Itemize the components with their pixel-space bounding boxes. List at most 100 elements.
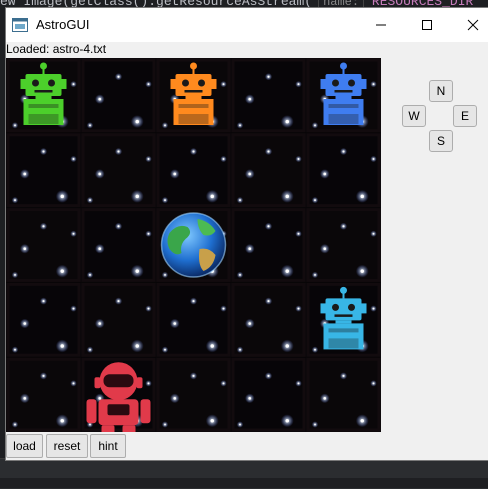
title-bar: AstroGUI	[6, 8, 488, 42]
star-icon	[145, 305, 152, 312]
star-icon	[264, 297, 273, 305]
star-icon	[236, 122, 244, 129]
star-icon	[19, 318, 30, 329]
star-icon	[264, 222, 273, 230]
board-cell	[156, 132, 231, 208]
board-cell	[231, 207, 306, 283]
star-icon	[244, 393, 255, 404]
star-icon	[145, 155, 152, 163]
game-board[interactable]	[6, 58, 381, 432]
star-icon	[39, 147, 48, 156]
star-icon	[339, 147, 348, 156]
load-button[interactable]: load	[6, 434, 43, 458]
star-icon	[311, 271, 319, 279]
star-icon	[94, 94, 105, 104]
star-icon	[11, 346, 19, 353]
board-cell	[81, 132, 156, 208]
star-icon	[19, 243, 30, 254]
south-button[interactable]: S	[429, 130, 453, 152]
star-icon	[11, 271, 19, 279]
star-icon	[311, 421, 319, 428]
star-icon	[114, 147, 123, 156]
star-icon	[70, 230, 77, 237]
board-cell	[231, 282, 306, 358]
star-icon	[19, 393, 30, 404]
close-button[interactable]	[450, 8, 488, 42]
board-canvas	[6, 58, 381, 432]
status-label: Loaded: astro-4.txt	[6, 42, 107, 56]
star-icon	[130, 115, 144, 128]
star-icon	[39, 222, 48, 230]
star-icon	[94, 243, 105, 254]
star-icon	[311, 122, 319, 129]
star-icon	[319, 169, 330, 179]
board-cell	[231, 357, 306, 432]
star-icon	[169, 393, 180, 404]
star-icon	[161, 271, 169, 279]
north-button[interactable]: N	[429, 80, 453, 102]
board-cell	[6, 357, 81, 432]
star-icon	[236, 346, 244, 353]
star-icon	[130, 339, 144, 353]
star-icon	[145, 380, 152, 387]
star-icon	[39, 372, 48, 380]
reset-button[interactable]: reset	[46, 434, 88, 458]
star-icon	[161, 346, 169, 353]
minimize-button[interactable]	[358, 8, 404, 42]
board-cell	[6, 207, 81, 283]
west-button[interactable]: W	[402, 105, 426, 127]
star-icon	[205, 339, 219, 353]
board-cell	[231, 132, 306, 208]
board-cell	[81, 282, 156, 358]
star-icon	[130, 264, 144, 278]
star-icon	[55, 264, 69, 278]
star-icon	[370, 380, 377, 387]
star-icon	[130, 189, 144, 203]
board-cell	[81, 58, 156, 133]
star-icon	[295, 380, 302, 387]
star-icon	[295, 80, 302, 88]
board-cell	[306, 207, 381, 283]
star-icon	[370, 155, 377, 163]
star-icon	[220, 80, 227, 88]
star-icon	[145, 80, 152, 88]
star-icon	[355, 264, 369, 278]
east-button[interactable]: E	[453, 105, 477, 127]
board-cell	[6, 282, 81, 358]
star-icon	[145, 230, 152, 237]
star-icon	[86, 122, 94, 129]
star-icon	[11, 421, 19, 428]
star-icon	[11, 196, 19, 204]
star-icon	[370, 80, 377, 88]
star-icon	[114, 73, 123, 81]
star-icon	[339, 222, 348, 230]
star-icon	[244, 243, 255, 254]
star-icon	[86, 196, 94, 204]
earth-icon	[160, 212, 227, 278]
minimize-icon	[376, 24, 386, 26]
star-icon	[280, 115, 294, 128]
maximize-button[interactable]	[404, 8, 450, 42]
star-icon	[114, 222, 123, 230]
star-icon	[311, 346, 319, 353]
star-icon	[319, 243, 330, 254]
star-icon	[205, 189, 219, 203]
star-icon	[11, 122, 19, 129]
board-cell	[81, 207, 156, 283]
maximize-icon	[422, 20, 432, 30]
star-icon	[114, 297, 123, 305]
star-icon	[295, 155, 302, 163]
star-icon	[370, 305, 377, 312]
star-icon	[295, 230, 302, 237]
board-cell	[6, 132, 81, 208]
hint-button[interactable]: hint	[90, 434, 126, 458]
star-icon	[264, 73, 273, 81]
board-cell	[306, 132, 381, 208]
star-icon	[70, 80, 77, 88]
star-icon	[55, 414, 69, 428]
editor-footer	[0, 478, 488, 488]
star-icon	[220, 305, 227, 312]
star-icon	[205, 414, 219, 428]
star-icon	[86, 346, 94, 353]
star-icon	[280, 189, 294, 203]
